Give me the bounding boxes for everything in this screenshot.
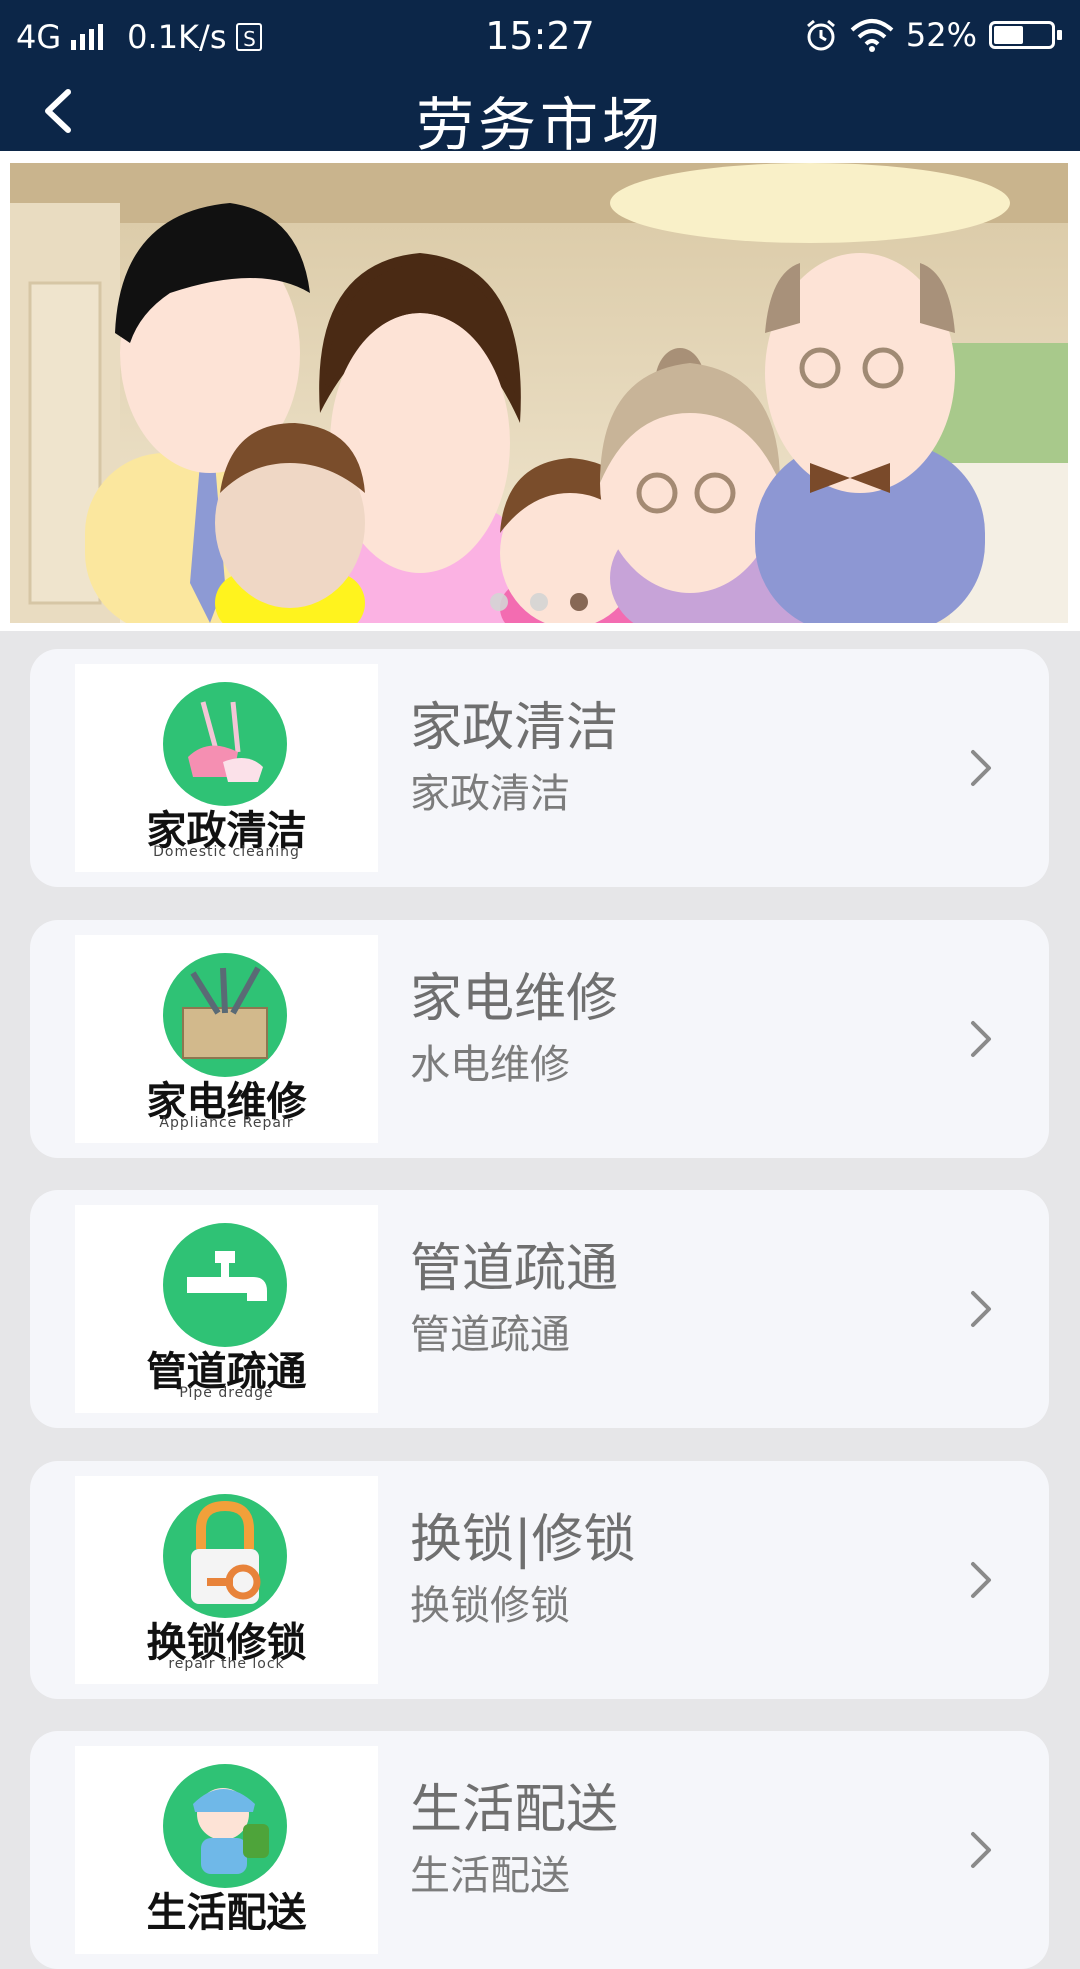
service-subtitle: 管道疏通 [410,1312,570,1358]
status-bar: 4G 0.1K/s S 15:27 52% [0,0,1080,70]
wifi-icon [850,19,894,52]
service-subtitle: 家政清洁 [410,771,570,817]
service-card[interactable]: 管道疏通 Pipe dredge 管道疏通 管道疏通 [30,1190,1049,1428]
chevron-right-icon [971,1021,991,1057]
banner-carousel[interactable] [0,151,1080,631]
service-card[interactable]: 家政清洁 Domestic cleaning 家政清洁 家政清洁 [30,649,1049,887]
title-bar: 劳务市场 [0,70,1080,159]
service-subtitle: 生活配送 [410,1853,570,1899]
service-title: 家政清洁 [410,698,619,758]
logo-english-label: Pipe dredge [179,1385,274,1401]
service-title: 生活配送 [410,1780,619,1840]
logo-english-label: Appliance Repair [159,1115,294,1131]
battery-percent: 52% [905,16,977,54]
carousel-dots[interactable] [10,593,1068,611]
service-logo: 家政清洁 Domestic cleaning [75,664,378,872]
service-card[interactable]: 家电维修 Appliance Repair 家电维修水电维修 [30,920,1049,1158]
service-subtitle: 水电维修 [410,1042,570,1088]
carousel-dot[interactable] [530,593,548,611]
battery-icon [989,21,1062,49]
app-header: 4G 0.1K/s S 15:27 52% 劳务市场 [0,0,1080,159]
service-logo: 家电维修 Appliance Repair [75,935,378,1143]
cleaning-icon [163,682,287,806]
service-logo: 换锁修锁 repair the lock [75,1476,378,1684]
service-logo: 生活配送 [75,1746,378,1954]
service-card[interactable]: 生活配送 生活配送 生活配送 [30,1731,1049,1969]
carousel-dot[interactable] [490,593,508,611]
alarm-icon [806,19,835,51]
faucet-icon [163,1223,287,1347]
service-title: 换锁|修锁 [410,1510,636,1570]
chevron-right-icon [971,750,991,786]
logo-label: 生活配送 [146,1889,307,1936]
logo-english-label: repair the lock [168,1656,285,1672]
service-logo: 管道疏通 Pipe dredge [75,1205,378,1413]
service-subtitle: 换锁修锁 [410,1583,570,1629]
lock-icon [163,1494,287,1618]
service-title: 家电维修 [410,969,619,1029]
service-card[interactable]: 换锁修锁 repair the lock 换锁|修锁换锁修锁 [30,1461,1049,1699]
page-title: 劳务市场 [415,91,664,159]
delivery-icon [163,1764,287,1888]
chevron-right-icon [971,1291,991,1327]
family-illustration [10,163,1068,623]
service-title: 管道疏通 [410,1239,619,1299]
chevron-right-icon [971,1562,991,1598]
chevron-right-icon [971,1832,991,1868]
carousel-dot[interactable] [570,593,588,611]
toolbox-icon [163,953,287,1077]
logo-english-label: Domestic cleaning [153,844,300,860]
